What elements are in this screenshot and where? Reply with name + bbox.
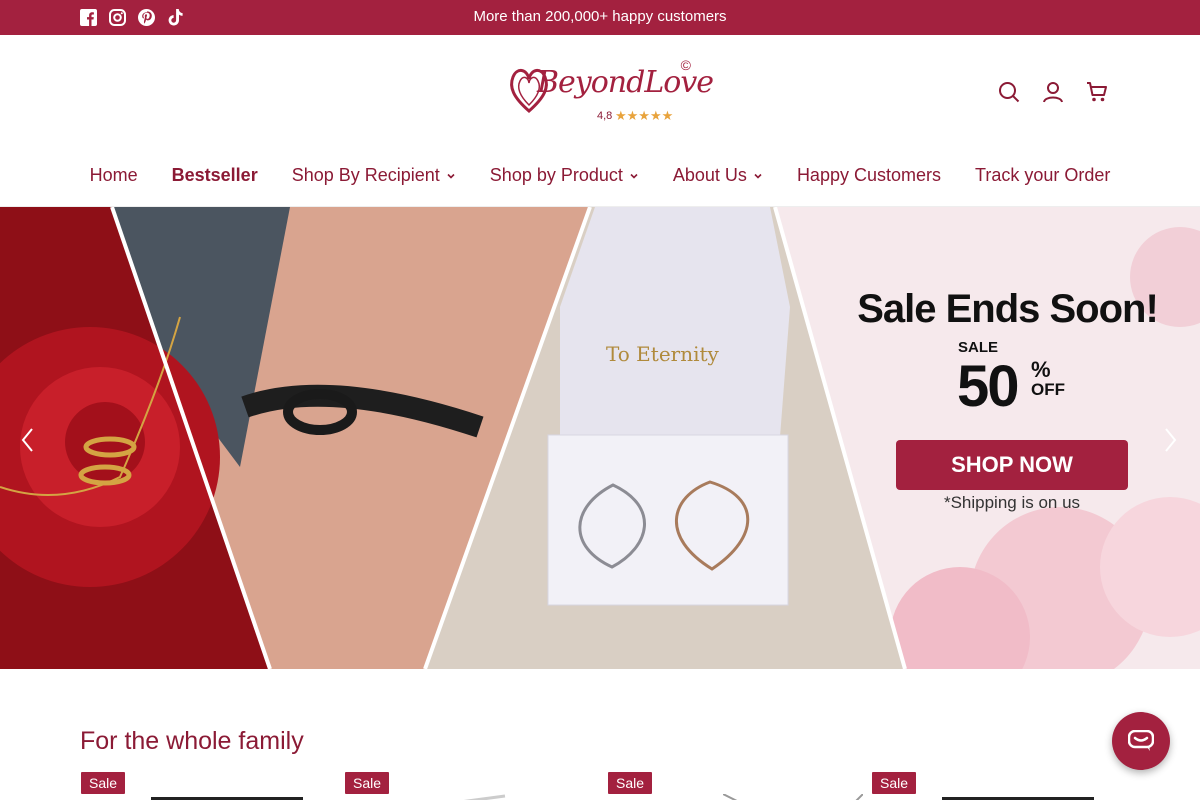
sale-badge: Sale <box>608 772 653 794</box>
hero-banner[interactable]: To Eternity Sale Ends Soon! SALE 50 % OF… <box>0 207 1200 669</box>
nav-label: Shop by Product <box>489 165 623 185</box>
logo[interactable]: BeyondLove © 4,8 ★★★★★ <box>505 57 714 129</box>
copyright-mark: © <box>680 57 691 73</box>
section-title: For the whole family <box>80 727 304 755</box>
nav-item-about-us[interactable]: About Us <box>656 165 780 186</box>
rating-value: 4,8 <box>597 110 613 122</box>
sale-badge: Sale <box>345 772 390 794</box>
chat-icon <box>1128 730 1154 751</box>
product-thumbnail <box>942 797 1094 800</box>
product-card[interactable]: Sale <box>608 772 863 800</box>
nav-label: Home <box>89 165 138 185</box>
hero-background <box>0 207 1200 669</box>
search-icon[interactable] <box>998 81 1020 103</box>
hero-title: Sale Ends Soon! <box>857 287 1159 331</box>
sale-percent: 50 <box>957 354 1019 419</box>
nav-label: Track your Order <box>975 165 1111 185</box>
nav-label: Bestseller <box>171 165 258 185</box>
chevron-right-icon[interactable] <box>1160 425 1180 455</box>
nav-item-shop-by-recipient[interactable]: Shop By Recipient <box>275 165 473 186</box>
nav-item-bestseller[interactable]: Bestseller <box>155 165 275 186</box>
account-icon[interactable] <box>1042 81 1064 103</box>
main-navigation: Home Bestseller Shop By Recipient Shop b… <box>0 165 1200 186</box>
product-thumbnail <box>151 797 303 800</box>
nav-label: Happy Customers <box>796 165 941 185</box>
chevron-down-icon <box>630 173 638 179</box>
announcement-message: More than 200,000+ happy customers <box>473 8 727 25</box>
nav-label: About Us <box>672 165 747 185</box>
nav-item-home[interactable]: Home <box>73 165 155 186</box>
chevron-down-icon <box>754 173 762 179</box>
product-card[interactable]: Sale <box>345 772 575 800</box>
shop-now-button[interactable]: SHOP NOW <box>896 440 1128 490</box>
nav-label: Shop By Recipient <box>291 165 440 185</box>
box-base <box>547 434 789 606</box>
nav-item-happy-customers[interactable]: Happy Customers <box>780 165 958 186</box>
announcement-bar: More than 200,000+ happy customers <box>0 0 1200 35</box>
cart-icon[interactable] <box>1086 81 1108 103</box>
chevron-down-icon <box>447 173 455 179</box>
box-engraving: To Eternity <box>606 342 719 366</box>
sale-badge: Sale <box>81 772 126 794</box>
sale-off-label: OFF <box>1031 380 1065 399</box>
box-lid <box>560 207 790 437</box>
shipping-note: *Shipping is on us <box>943 493 1081 512</box>
site-header: BeyondLove © 4,8 ★★★★★ Home Bestseller S… <box>0 35 1200 207</box>
nav-item-track-order[interactable]: Track your Order <box>958 165 1127 186</box>
sale-badge: Sale <box>872 772 917 794</box>
product-thumbnail <box>723 794 863 800</box>
rating-stars: ★★★★★ <box>615 108 674 123</box>
product-card[interactable]: Sale <box>872 772 1102 800</box>
product-card[interactable]: Sale <box>81 772 311 800</box>
chat-button[interactable] <box>1112 712 1170 770</box>
chevron-left-icon[interactable] <box>18 425 38 455</box>
nav-item-shop-by-product[interactable]: Shop by Product <box>473 165 656 186</box>
product-thumbnail <box>463 794 506 800</box>
header-icons <box>998 81 1108 103</box>
